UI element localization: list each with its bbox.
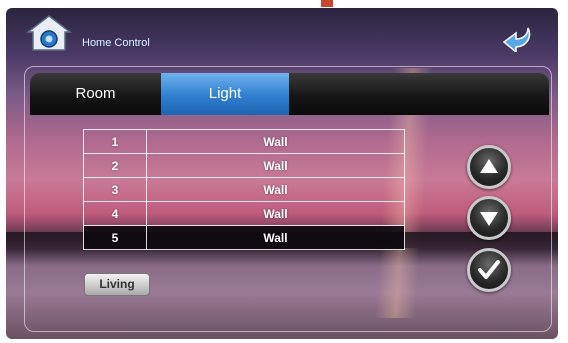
scroll-up-button[interactable]: [467, 145, 511, 189]
triangle-down-icon: [480, 212, 498, 226]
zone-table: 1 Wall 2 Wall 3 Wall 4 Wall 5 Wall: [83, 129, 405, 250]
triangle-up-icon: [480, 159, 498, 173]
zone-name: Wall: [146, 201, 405, 226]
back-arrow-icon: [502, 27, 531, 54]
home-button[interactable]: [25, 14, 73, 52]
table-row[interactable]: 3 Wall: [83, 177, 405, 202]
home-icon: [25, 15, 73, 51]
tab-light[interactable]: Light: [161, 73, 289, 115]
zone-name: Wall: [146, 153, 405, 178]
zone-number: 1: [83, 129, 147, 154]
zone-name: Wall: [146, 129, 405, 154]
tab-bar: Room Light: [30, 73, 549, 115]
table-row[interactable]: 2 Wall: [83, 153, 405, 178]
tab-room[interactable]: Room: [30, 73, 161, 115]
zone-number: 3: [83, 177, 147, 202]
room-living-button[interactable]: Living: [84, 273, 150, 296]
checkmark-icon: [478, 260, 500, 279]
top-indicator: [321, 0, 333, 7]
zone-number: 4: [83, 201, 147, 226]
back-button[interactable]: [498, 22, 536, 54]
zone-number: 2: [83, 153, 147, 178]
table-row[interactable]: 1 Wall: [83, 129, 405, 154]
zone-name: Wall: [146, 225, 405, 250]
table-row[interactable]: 4 Wall: [83, 201, 405, 226]
table-row-selected[interactable]: 5 Wall: [83, 225, 405, 250]
zone-number: 5: [83, 225, 147, 250]
app-title: Home Control: [82, 37, 150, 49]
scroll-down-button[interactable]: [467, 196, 511, 240]
confirm-button[interactable]: [467, 248, 511, 292]
zone-name: Wall: [146, 177, 405, 202]
